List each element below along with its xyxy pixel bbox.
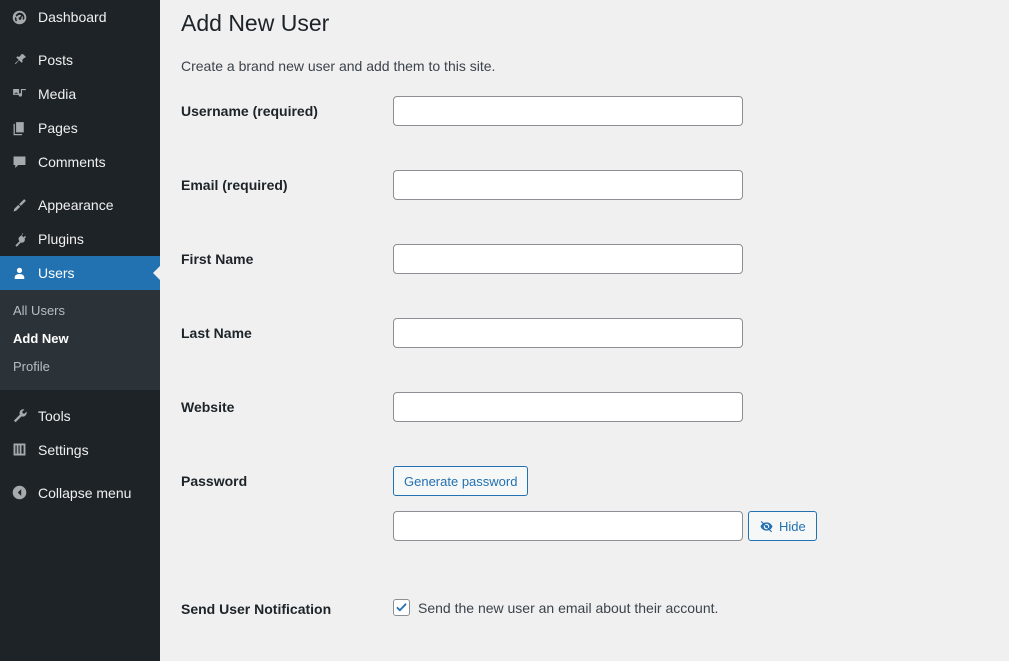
send-notification-checkbox[interactable] [393, 599, 410, 616]
sidebar-item-users[interactable]: Users [0, 256, 161, 290]
page-description: Create a brand new user and add them to … [181, 58, 496, 74]
first-name-input[interactable] [393, 244, 743, 274]
dashboard-icon [9, 7, 29, 27]
sidebar-item-label: Users [38, 265, 75, 281]
media-icon [9, 84, 29, 104]
sliders-icon [9, 440, 29, 460]
sidebar-item-label: Posts [38, 52, 74, 68]
paintbrush-icon [9, 195, 29, 215]
sidebar-item-appearance[interactable]: Appearance [0, 188, 160, 222]
last-name-input[interactable] [393, 318, 743, 348]
pin-icon [9, 50, 29, 70]
admin-sidebar: Dashboard Posts Media Pages Comments App… [0, 0, 161, 661]
plug-icon [9, 229, 29, 249]
send-notification-label: Send User Notification [181, 601, 332, 617]
form-row-last-name: Last Name [160, 318, 999, 362]
form-row-username: Username (required) [160, 96, 999, 140]
page-title: Add New User [181, 10, 330, 36]
send-notification-checkbox-label: Send the new user an email about their a… [418, 599, 719, 616]
sidebar-item-dashboard[interactable]: Dashboard [0, 0, 160, 34]
password-label: Password [181, 473, 248, 489]
sidebar-item-media[interactable]: Media [0, 77, 160, 111]
website-label: Website [181, 399, 235, 415]
collapse-arrow-icon [9, 483, 29, 503]
sidebar-item-tools[interactable]: Tools [0, 399, 160, 433]
user-icon [9, 263, 29, 283]
sidebar-item-label: Collapse menu [38, 484, 132, 501]
email-label: Email (required) [181, 177, 288, 193]
sidebar-item-label: Media [38, 86, 77, 102]
toggle-password-visibility-button[interactable]: Hide [748, 511, 817, 541]
sidebar-item-label: Tools [38, 407, 71, 424]
email-input[interactable] [393, 170, 743, 200]
sidebar-item-collapse-menu[interactable]: Collapse menu [0, 476, 160, 510]
sidebar-item-label: Comments [38, 154, 106, 170]
toggle-password-label: Hide [779, 518, 806, 534]
submenu-item-all-users[interactable]: All Users [0, 297, 160, 325]
form-row-email: Email (required) [160, 170, 999, 214]
submenu-item-profile[interactable]: Profile [0, 353, 160, 381]
wrench-icon [9, 406, 29, 426]
sidebar-divider [0, 179, 160, 188]
sidebar-item-label: Pages [38, 120, 78, 136]
form-row-send-notification: Send User Notification Send the new user… [160, 594, 999, 638]
sidebar-divider [0, 390, 160, 399]
sidebar-divider [0, 34, 160, 43]
website-input[interactable] [393, 392, 743, 422]
users-submenu: All Users Add New Profile [0, 290, 160, 390]
sidebar-item-label: Settings [38, 441, 89, 458]
generate-password-button[interactable]: Generate password [393, 466, 529, 496]
pages-icon [9, 118, 29, 138]
add-user-form: Username (required) Email (required) Fir… [160, 96, 999, 661]
sidebar-item-plugins[interactable]: Plugins [0, 222, 160, 256]
submenu-item-add-new[interactable]: Add New [0, 325, 160, 353]
username-label: Username (required) [181, 103, 318, 119]
last-name-label: Last Name [181, 325, 252, 341]
first-name-label: First Name [181, 251, 254, 267]
sidebar-item-comments[interactable]: Comments [0, 145, 160, 179]
username-input[interactable] [393, 96, 743, 126]
sidebar-item-label: Appearance [38, 197, 114, 213]
form-row-password: Password Generate password Hide [160, 466, 999, 541]
sidebar-item-posts[interactable]: Posts [0, 43, 160, 77]
sidebar-item-pages[interactable]: Pages [0, 111, 160, 145]
main-content: Add New User Create a brand new user and… [160, 0, 1009, 661]
wp-admin-screen: Dashboard Posts Media Pages Comments App… [0, 0, 1009, 661]
sidebar-item-settings[interactable]: Settings [0, 433, 160, 467]
password-input[interactable] [393, 511, 743, 541]
eye-hidden-icon [759, 519, 774, 534]
comment-icon [9, 152, 29, 172]
sidebar-divider [0, 467, 160, 476]
sidebar-item-label: Dashboard [38, 9, 107, 25]
form-row-first-name: First Name [160, 244, 999, 288]
form-row-website: Website [160, 392, 999, 436]
sidebar-item-label: Plugins [38, 231, 84, 247]
